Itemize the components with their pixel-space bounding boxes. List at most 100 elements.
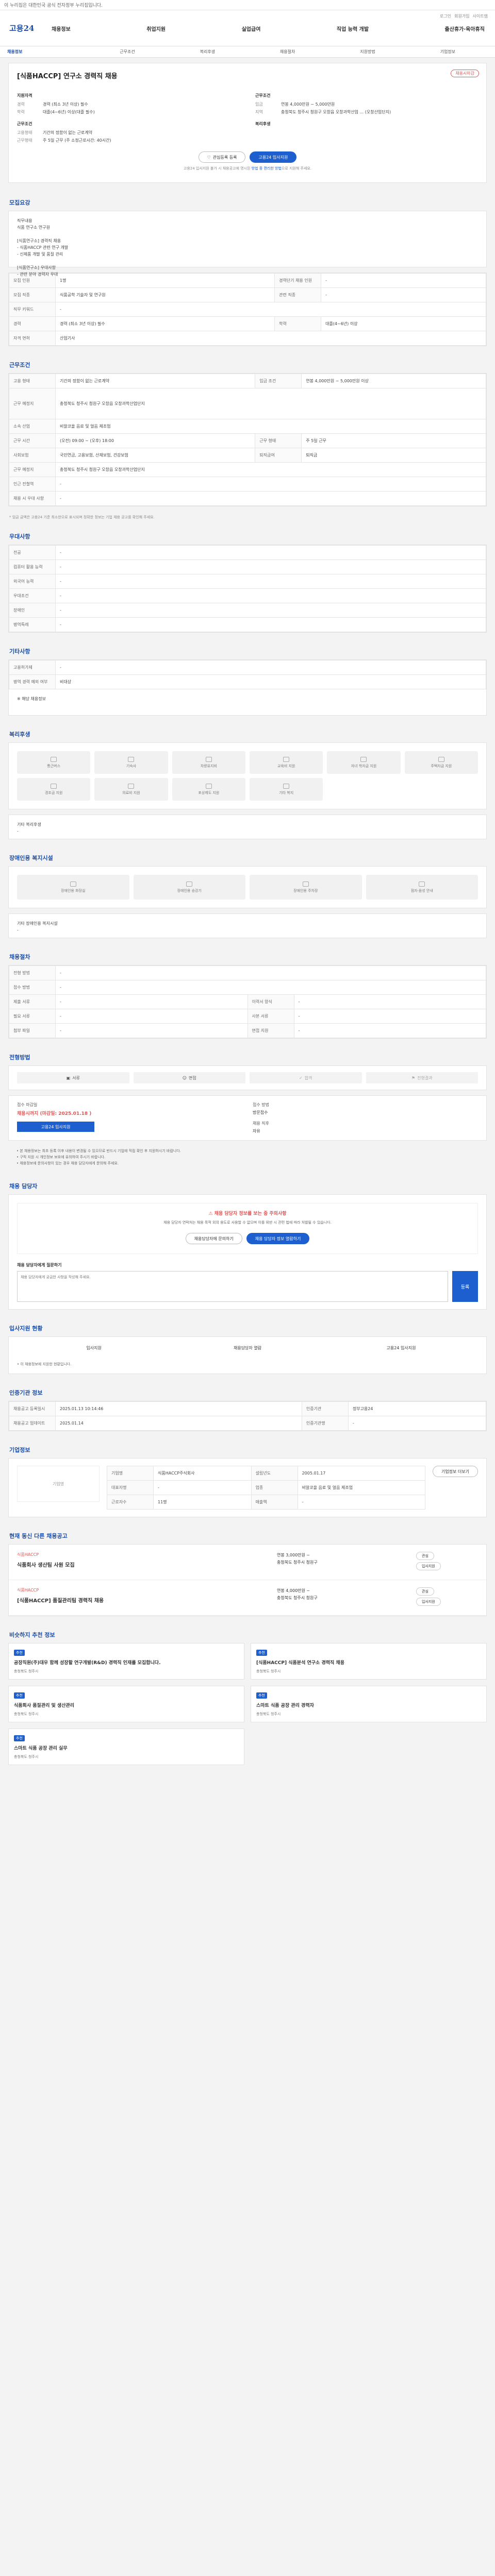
cell: 임금 조건 (255, 374, 302, 388)
apply-hint: 고용24 입사지원 불가 시 채용공고에 명시된 방법 중 편리한 방법으로 지… (17, 166, 478, 175)
apply-button[interactable]: 고용24 입사지원 (250, 151, 297, 163)
cell: 소속 산업 (9, 419, 56, 434)
rec-title[interactable]: 스마트 식품 공장 관리 경력자 (256, 1702, 481, 1708)
list-item[interactable]: 추천 식품회사 품질관리 및 생산관리 충청북도 청주시 (8, 1686, 244, 1722)
disabled-etc-label: 기타 장애인용 복지시설 (17, 921, 58, 926)
cell: 전공 (9, 545, 56, 560)
list-item[interactable]: 추천 공장직원(주)대우 함께 성장할 연구개발(R&D) 경력직 인재를 모집합… (8, 1643, 244, 1680)
company-logo: 기업명 (17, 1466, 100, 1502)
rec-loc: 충청북도 청주시 (256, 1712, 281, 1716)
disabled-box: 장애인용 화장실 장애인용 승강기 장애인용 주차장 점자·음성 안내 (8, 866, 487, 908)
list-item[interactable]: 추천 스마트 식품 공장 관리 실무 충청북도 청주시 (8, 1728, 244, 1765)
sitemap-link[interactable]: 사이트맵 (473, 13, 488, 19)
list-item[interactable]: 추천 스마트 식품 공장 관리 경력자 충청북도 청주시 (251, 1686, 487, 1722)
braille-icon (419, 881, 425, 887)
interest-pill[interactable]: 관심 (416, 1552, 434, 1560)
edu-label: 학력 (17, 110, 25, 114)
tab-welfare[interactable]: 복리후생 (168, 49, 248, 55)
etc-table: 고용허가제 - 병역 경력 예외 여부 비대상 ※ 해당 채용정보 (8, 659, 487, 716)
cell: 연봉 4,000만원 ~ 5,000만원 이상 (301, 374, 486, 388)
step-label: 합격 (304, 1075, 312, 1080)
apply-pill[interactable]: 입사지원 (416, 1598, 441, 1606)
tab-company[interactable]: 기업정보 (408, 49, 488, 55)
rec-title[interactable]: 스마트 식품 공장 관리 실무 (14, 1744, 239, 1751)
similar-title[interactable]: 식품회사 생산팀 사원 모집 (17, 1561, 272, 1568)
rec-title[interactable]: 공장직원(주)대우 함께 성장할 연구개발(R&D) 경력직 인재를 모집합니다… (14, 1659, 239, 1666)
step-pass: ✓ 합격 (250, 1072, 362, 1083)
cell: 기간의 정함이 없는 근로계약 (55, 374, 256, 388)
cell: - (321, 273, 486, 288)
cell: 접수 방법 (9, 980, 56, 995)
gnb-training[interactable]: 직업 능력 개발 (337, 25, 369, 32)
inquiry-submit-button[interactable]: 등록 (452, 1271, 478, 1302)
cell: 근무 형태 (255, 433, 302, 448)
cell: - (55, 617, 486, 632)
rec-section-title: 비슷하지 추천 정보 (9, 1632, 55, 1638)
info-table: 채용공고 등록일시 2025.01.13 10:14:46 인증기관 정부고용24 채… (8, 1401, 487, 1431)
job-title: [식품HACCP] 연구소 경력직 채용 (17, 73, 118, 80)
cell: 사본 서류 (247, 1009, 294, 1024)
welfare-label: 통근버스 (47, 764, 61, 768)
list-item[interactable]: 식품HACCP 식품회사 생산팀 사원 모집 연봉 3,000만원 ~ 충청북도 청… (9, 1545, 486, 1580)
site-logo[interactable]: 고용24 (9, 23, 34, 33)
company-more-button[interactable]: 기업정보 더보기 (432, 1466, 478, 1477)
login-link[interactable]: 로그인 (440, 13, 451, 19)
gov-banner: 이 누리집은 대한민국 공식 전자정부 누리집입니다. (0, 0, 495, 10)
cell: - (321, 287, 486, 302)
gnb-leave[interactable]: 출산휴가·육아휴직 (445, 25, 485, 32)
cell: 11명 (153, 1495, 252, 1510)
inquiry-input[interactable] (17, 1271, 448, 1302)
interest-pill[interactable]: 관심 (416, 1587, 434, 1596)
rec-loc: 충청북도 청주시 (256, 1669, 281, 1673)
cell: 2025.01.14 (55, 1416, 302, 1431)
facility-tile: 장애인용 주차장 (250, 875, 362, 900)
list-item[interactable]: 추천 [식품HACCP] 식품분석 연구소 경력직 채용충청북도 청주시 (251, 1643, 487, 1680)
cell: 고용허가제 (9, 660, 56, 675)
rec-title[interactable]: [식품HACCP] 식품분석 연구소 경력직 채용 (256, 1659, 481, 1666)
welfare-label: 자녀 학자금 지원 (351, 764, 377, 768)
gnb-employment-support[interactable]: 취업지원 (146, 25, 166, 32)
welfare-tile: 경조금 지원 (17, 778, 91, 801)
hint-link[interactable]: 방법 중 편리한 방법 (252, 166, 282, 171)
welfare-label: 의료비 지원 (122, 790, 140, 795)
welfare-tile: 주택자금 지원 (404, 751, 478, 774)
rec-tag: 추천 (256, 1650, 267, 1656)
welfare-label: 교육비 지원 (277, 764, 295, 768)
signup-link[interactable]: 회원가입 (454, 13, 469, 19)
cell: 기업명 (107, 1466, 154, 1481)
welfare-heading: 복리후생 (255, 122, 271, 126)
gnb-unemployment[interactable]: 실업급여 (242, 25, 261, 32)
tab-apply[interactable]: 지원방법 (327, 49, 407, 55)
similar-title[interactable]: [식품HACCP] 품질관리팀 경력직 채용 (17, 1596, 272, 1604)
cell: 면접 지원 (247, 1023, 294, 1038)
apply-button-bottom[interactable]: 고용24 입사지원 (17, 1122, 94, 1132)
save-interest-label: 관심등록 등록 (212, 155, 237, 160)
note-line: • 구직 지원 시 개인정보 보호에 유의하여 주시기 바랍니다. (16, 1155, 106, 1159)
apply-pill[interactable]: 입사지원 (416, 1562, 441, 1570)
tab-work[interactable]: 근무조건 (87, 49, 167, 55)
welfare-label: 주택자금 지원 (431, 764, 452, 768)
save-interest-button[interactable]: ♡ 관심등록 등록 (198, 151, 246, 163)
view-manager-button[interactable]: 채용 담당자 정보 열람하기 (246, 1233, 310, 1244)
tab-recruit[interactable]: 채용정보 (7, 49, 87, 55)
stat-applied: 입사지원 (86, 1346, 102, 1350)
car-icon (205, 756, 212, 762)
pay-label: 임금 (255, 102, 263, 107)
gnb-jobs[interactable]: 채용정보 (52, 25, 71, 32)
tab-process[interactable]: 채용절차 (248, 49, 327, 55)
rec-title[interactable]: 식품회사 품질관리 및 생산관리 (14, 1702, 239, 1708)
cell: 경력 (최소 3년 이상) 필수 (55, 316, 275, 331)
welfare-label: 포상제도 지원 (198, 790, 220, 795)
welfare-tile: 교육비 지원 (249, 751, 323, 774)
cell: 경력단기 채용 인원 (274, 273, 322, 288)
cell: - (55, 477, 486, 492)
list-item[interactable]: 식품HACCP [식품HACCP] 품질관리팀 경력직 채용 연봉 4,000만원… (9, 1580, 486, 1616)
apply-section-title: 전형방법 (9, 1054, 30, 1061)
heart-icon: ♡ (207, 155, 211, 160)
proc-table: 전형 방법 - 접수 방법 - 제출 서류 - 이력서 양식 - 필요 서류 - 사본 서류 -… (8, 965, 487, 1039)
cell: 제출 서류 (9, 994, 56, 1009)
etc-section-title: 기타사항 (9, 648, 30, 655)
contact-box: ⚠ 채용 담당자 정보를 보는 중 주의사항 채용 담당자 연락처는 채용 목적… (8, 1194, 487, 1310)
ask-manager-button[interactable]: 채용담당자에 문의하기 (185, 1233, 242, 1244)
step-document: ▣ 서류 (17, 1072, 129, 1083)
